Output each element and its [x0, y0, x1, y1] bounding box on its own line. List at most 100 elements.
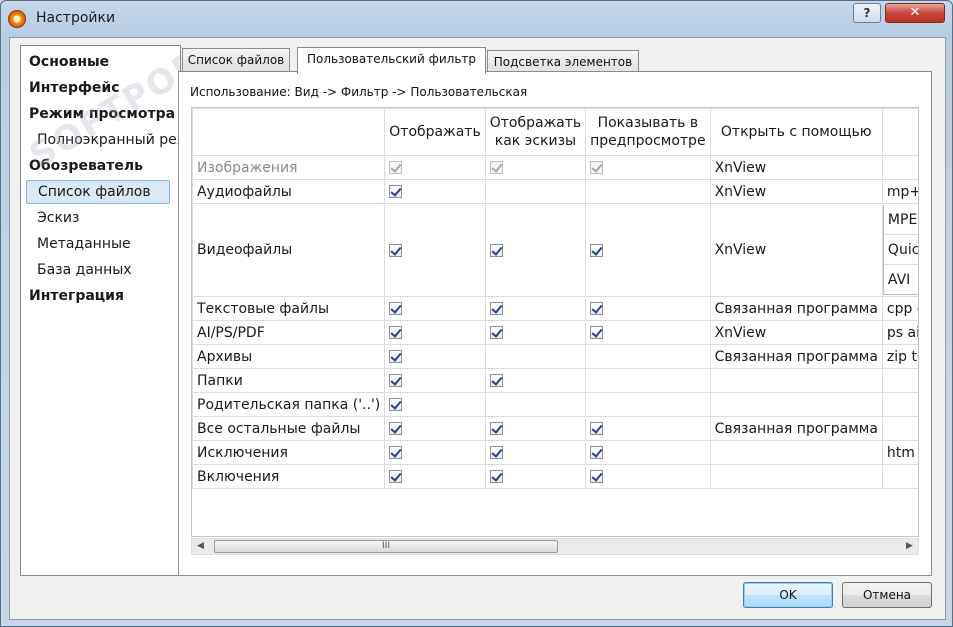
horizontal-scrollbar[interactable]: ◀ III ▶	[191, 538, 919, 555]
extensions-cell[interactable]	[881, 416, 918, 441]
table-row[interactable]: Изображения XnView	[192, 155, 918, 180]
thumbs-cell	[484, 203, 587, 297]
nav-item-browser[interactable]: Обозреватель	[29, 154, 143, 178]
thumbs-checkbox[interactable]	[489, 374, 503, 387]
nav-item-general[interactable]: Основные	[29, 50, 109, 74]
show-checkbox[interactable]	[389, 398, 403, 411]
extensions-cell[interactable]: ps ai epsf	[881, 320, 918, 345]
thumbs-checkbox[interactable]	[489, 446, 503, 459]
usage-hint: Использование: Вид -> Фильтр -> Пользова…	[190, 85, 528, 99]
title-bar[interactable]: Настройки ? ✕	[1, 1, 952, 37]
thumbs-checkbox[interactable]	[489, 302, 503, 315]
nav-item-file-list[interactable]: Список файлов	[26, 180, 170, 204]
thumbs-cell	[484, 320, 587, 345]
nav-item-integration[interactable]: Интеграция	[29, 284, 124, 308]
show-cell	[384, 392, 486, 417]
thumbs-checkbox[interactable]	[489, 470, 503, 483]
table-row[interactable]: AI/PS/PDF XnViewps ai epsf	[192, 320, 918, 345]
extensions-cell[interactable]: zip tgz arj	[881, 344, 918, 369]
column-header-open-with[interactable]: Открыть с помощью	[709, 108, 883, 156]
column-header-extensions[interactable]	[881, 108, 918, 156]
extensions-cell[interactable]	[881, 155, 918, 180]
table-row[interactable]: Все остальные файлы Связанная программа	[192, 416, 918, 441]
preview-checkbox[interactable]	[590, 243, 604, 257]
extension-list-cell[interactable]: MPEGQuicktimeAVI	[881, 203, 918, 297]
nav-item-thumbnail[interactable]: Эскиз	[37, 206, 79, 230]
open-with-cell[interactable]	[709, 440, 883, 465]
extensions-cell[interactable]	[881, 464, 918, 489]
extensions-cell[interactable]: cpp c++ txt	[881, 296, 918, 321]
show-cell	[384, 296, 486, 321]
extensions-cell[interactable]	[881, 368, 918, 393]
extensions-cell[interactable]: htm html php	[881, 440, 918, 465]
file-type-cell: Изображения	[192, 155, 386, 180]
table-row[interactable]: Аудиофайлы XnViewmp+ mp2 mp3	[192, 179, 918, 204]
open-with-cell[interactable]: XnView	[709, 320, 883, 345]
extension-list-item[interactable]: Quicktime	[883, 235, 918, 265]
preview-checkbox[interactable]	[590, 422, 604, 435]
thumbs-cell	[484, 392, 587, 417]
open-with-cell[interactable]: Связанная программа	[709, 344, 883, 369]
nav-item-metadata[interactable]: Метаданные	[37, 232, 131, 256]
table-row[interactable]: Папки	[192, 368, 918, 393]
open-with-cell[interactable]	[709, 368, 883, 393]
preview-cell	[585, 155, 711, 180]
settings-category-tree[interactable]: Основные Интерфейс Режим просмотра Полно…	[20, 45, 181, 576]
nav-item-database[interactable]: База данных	[37, 258, 132, 282]
column-header-preview[interactable]: Показывать в предпросмотре	[585, 108, 711, 156]
show-checkbox[interactable]	[389, 302, 403, 315]
column-header-thumbs[interactable]: Отображать как эскизы	[484, 108, 587, 156]
open-with-cell[interactable]: XnView	[709, 203, 883, 297]
extension-list-item[interactable]: AVI	[883, 265, 918, 295]
preview-checkbox[interactable]	[590, 446, 604, 459]
thumbs-checkbox[interactable]	[489, 243, 503, 257]
show-checkbox[interactable]	[389, 243, 403, 257]
column-header-show[interactable]: Отображать	[384, 108, 486, 156]
cancel-button[interactable]: Отмена	[842, 582, 932, 608]
scroll-thumb[interactable]: III	[214, 540, 558, 553]
show-checkbox[interactable]	[389, 185, 403, 198]
extensions-cell[interactable]	[881, 392, 918, 417]
show-checkbox[interactable]	[389, 326, 403, 339]
open-with-cell[interactable]	[709, 392, 883, 417]
close-button[interactable]: ✕	[885, 3, 945, 23]
show-checkbox[interactable]	[389, 350, 403, 363]
table-row[interactable]: Текстовые файлы Связанная программаcpp c+…	[192, 296, 918, 321]
preview-checkbox[interactable]	[590, 326, 604, 339]
help-button[interactable]: ?	[853, 3, 881, 23]
extensions-cell[interactable]: mp+ mp2 mp3	[881, 179, 918, 204]
table-row[interactable]: Исключения htm html php	[192, 440, 918, 465]
show-checkbox[interactable]	[389, 446, 403, 459]
thumbs-checkbox[interactable]	[489, 422, 503, 435]
show-cell	[384, 320, 486, 345]
show-checkbox[interactable]	[389, 422, 403, 435]
scroll-left-icon[interactable]: ◀	[192, 539, 209, 554]
filter-grid[interactable]: Отображать Отображать как эскизы Показыв…	[191, 107, 919, 537]
preview-checkbox[interactable]	[590, 302, 604, 315]
extension-list-item[interactable]: MPEG	[883, 205, 918, 235]
open-with-cell[interactable]	[709, 464, 883, 489]
table-row[interactable]: Видеофайлы XnViewMPEGQuicktimeAVI	[192, 203, 918, 297]
open-with-cell[interactable]: XnView	[709, 155, 883, 180]
nav-item-interface[interactable]: Интерфейс	[29, 76, 120, 100]
preview-cell	[585, 464, 711, 489]
table-row[interactable]: Архивы Связанная программаzip tgz arj	[192, 344, 918, 369]
scroll-right-icon[interactable]: ▶	[901, 539, 918, 554]
open-with-cell[interactable]: Связанная программа	[709, 416, 883, 441]
table-row[interactable]: Включения	[192, 464, 918, 489]
preview-checkbox[interactable]	[590, 470, 604, 483]
column-header-type[interactable]	[192, 108, 386, 156]
ok-button[interactable]: OK	[743, 582, 833, 608]
open-with-cell[interactable]: Связанная программа	[709, 296, 883, 321]
table-row[interactable]: Родительская папка ('..')	[192, 392, 918, 417]
nav-item-view-mode[interactable]: Режим просмотра	[29, 102, 175, 126]
nav-item-fullscreen[interactable]: Полноэкранный режим	[37, 128, 180, 152]
file-type-cell: Исключения	[192, 440, 386, 465]
tab-custom-filter[interactable]: Пользовательский фильтр	[297, 47, 486, 74]
open-with-cell[interactable]: XnView	[709, 179, 883, 204]
show-checkbox[interactable]	[389, 374, 403, 387]
show-checkbox[interactable]	[389, 470, 403, 483]
tab-file-list[interactable]: Список файлов	[182, 48, 290, 72]
thumbs-checkbox[interactable]	[489, 326, 503, 339]
file-type-cell: Включения	[192, 464, 386, 489]
